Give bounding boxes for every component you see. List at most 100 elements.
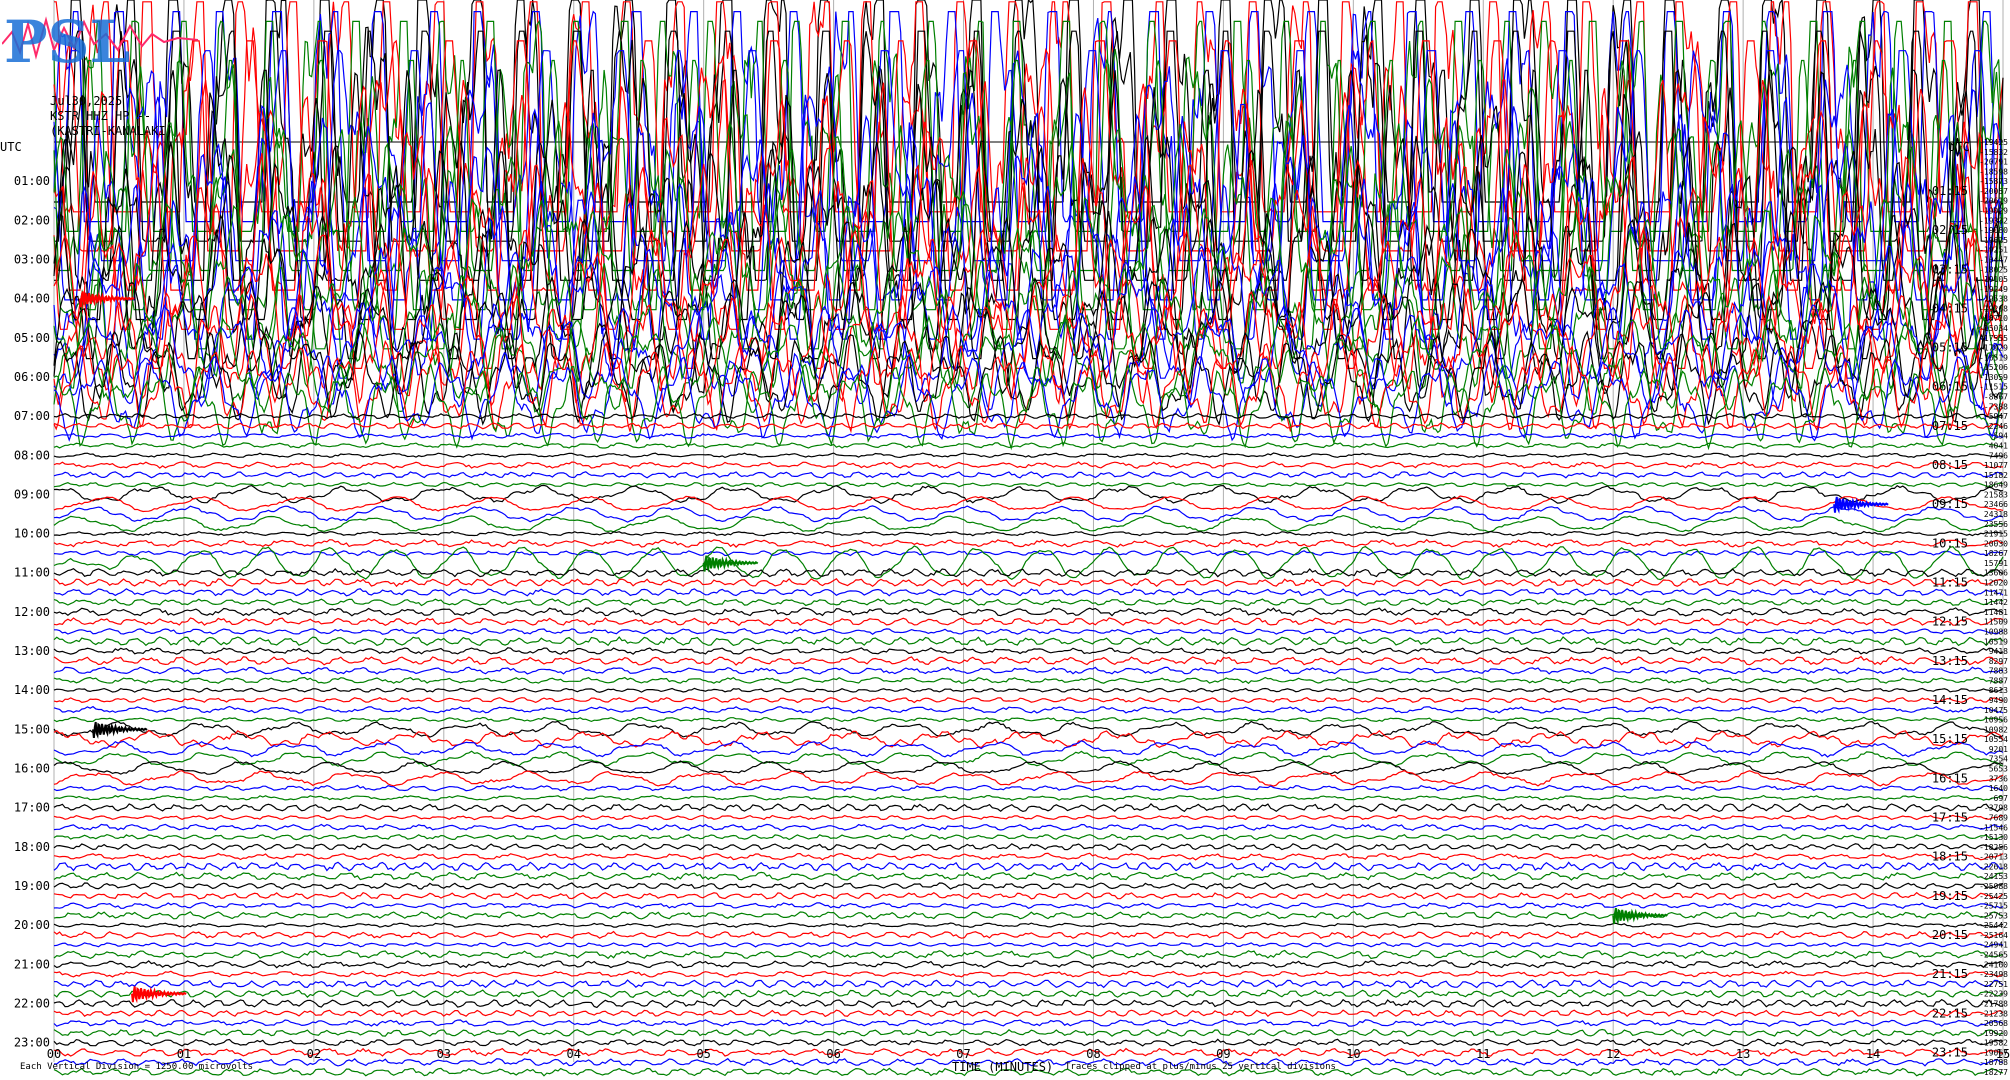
trace-line-41 bbox=[53, 538, 2004, 548]
trace-offset-label-10: -19625 bbox=[1979, 236, 2008, 245]
event-marker-4 bbox=[1612, 907, 1668, 926]
trace-offset-label-53: 8297 bbox=[1989, 657, 2008, 666]
trace-offset-label-43: 15791 bbox=[1984, 559, 2008, 568]
left-hour-label-20: 21:00 bbox=[14, 957, 50, 971]
trace-offset-label-11: -19251 bbox=[1979, 246, 2008, 255]
trace-line-34 bbox=[53, 471, 2004, 479]
right-hour-label-10: 11:15 bbox=[1932, 576, 1968, 590]
trace-offset-label-46: 11471 bbox=[1984, 588, 2008, 597]
trace-offset-label-18: -18710 bbox=[1979, 314, 2008, 323]
trace-offset-label-49: 11509 bbox=[1984, 618, 2008, 627]
trace-line-51 bbox=[53, 636, 2004, 647]
trace-offset-label-59: 10956 bbox=[1984, 716, 2008, 725]
trace-line-65 bbox=[53, 769, 2004, 787]
right-hour-label-19: 20:15 bbox=[1932, 928, 1968, 942]
trace-offset-label-17: -19268 bbox=[1979, 304, 2008, 313]
helicorder-plot: 01:00 02:00 03:00 04:00 05:00 06:00 07:00 08:00… bbox=[14, 0, 2010, 1077]
x-tick-label-12: 12 bbox=[1606, 1047, 1620, 1061]
trace-offset-label-37: 23466 bbox=[1984, 500, 2008, 509]
trace-offset-label-41: 20030 bbox=[1984, 539, 2008, 548]
trace-line-72 bbox=[53, 842, 2004, 851]
right-hour-label-2: 03:15 bbox=[1932, 262, 1968, 276]
trace-offset-label-87: -22239 bbox=[1979, 990, 2008, 999]
trace-line-58 bbox=[53, 705, 2004, 714]
x-tick-label-4: 04 bbox=[567, 1047, 581, 1061]
right-hour-label-20: 21:15 bbox=[1932, 967, 1968, 981]
seismogram-chart: 01:00 02:00 03:00 04:00 05:00 06:00 07:00 08:00… bbox=[0, 0, 2010, 1080]
trace-line-80 bbox=[53, 922, 2004, 928]
trace-offset-label-40: 21915 bbox=[1984, 530, 2008, 539]
trace-line-87 bbox=[53, 989, 2004, 999]
trace-line-74 bbox=[53, 861, 2004, 872]
date-label: Jul30,2025 bbox=[50, 94, 123, 108]
trace-offset-label-71: -15130 bbox=[1979, 833, 2008, 842]
trace-offset-label-44: 13606 bbox=[1984, 569, 2008, 578]
trace-line-81 bbox=[53, 930, 2004, 939]
trace-offset-label-95: -18277 bbox=[1979, 1068, 2008, 1077]
left-hour-label-22: 23:00 bbox=[14, 1036, 50, 1050]
x-axis-title: TIME (MINUTES) bbox=[952, 1060, 1054, 1074]
x-tick-label-10: 10 bbox=[1346, 1047, 1360, 1061]
trace-offset-label-3: -18598 bbox=[1979, 167, 2008, 176]
trace-offset-labels: -19425-15832-20791-18598-15873-20057-206… bbox=[1979, 138, 2008, 1077]
x-tick-label-2: 02 bbox=[307, 1047, 321, 1061]
left-hour-label-9: 10:00 bbox=[14, 527, 50, 541]
trace-line-82 bbox=[53, 941, 2004, 948]
event-marker-5 bbox=[131, 986, 187, 1004]
right-hour-label-6: 07:15 bbox=[1932, 419, 1968, 433]
location-label: (KASTRI-KANALAKI) bbox=[50, 124, 173, 138]
utc-right-label: UTC bbox=[1948, 140, 1970, 154]
right-hour-label-0: 01:15 bbox=[1932, 184, 1968, 198]
trace-offset-label-47: 11442 bbox=[1984, 598, 2008, 607]
trace-offset-label-36: 21583 bbox=[1984, 490, 2008, 499]
trace-offset-label-12: -10447 bbox=[1979, 255, 2008, 264]
event-marker-3 bbox=[92, 721, 148, 740]
right-hour-label-21: 22:15 bbox=[1932, 1006, 1968, 1020]
left-hour-label-5: 06:00 bbox=[14, 370, 50, 384]
trace-offset-label-14: -19105 bbox=[1979, 275, 2008, 284]
left-hour-label-13: 14:00 bbox=[14, 683, 50, 697]
x-tick-label-0: 00 bbox=[47, 1047, 61, 1061]
left-hour-label-7: 08:00 bbox=[14, 448, 50, 462]
x-tick-label-7: 07 bbox=[956, 1047, 970, 1061]
trace-line-71 bbox=[53, 833, 2004, 841]
trace-offset-label-75: -24153 bbox=[1979, 872, 2008, 881]
trace-group bbox=[53, 0, 2004, 1077]
trace-line-46 bbox=[53, 587, 2004, 597]
trace-line-78 bbox=[53, 902, 2004, 910]
trace-offset-label-33: 11077 bbox=[1984, 461, 2008, 470]
trace-offset-label-64: 5653 bbox=[1989, 765, 2008, 774]
x-tick-label-13: 13 bbox=[1736, 1047, 1750, 1061]
trace-line-93 bbox=[53, 1047, 2004, 1057]
right-hour-label-13: 14:15 bbox=[1932, 693, 1968, 707]
trace-offset-label-57: 9490 bbox=[1989, 696, 2008, 705]
trace-line-75 bbox=[53, 871, 2004, 882]
trace-offset-label-4: -15873 bbox=[1979, 177, 2008, 186]
trace-offset-label-30: 594 bbox=[1994, 432, 2009, 441]
trace-line-30 bbox=[53, 432, 2004, 439]
trace-offset-label-25: -11515 bbox=[1979, 383, 2008, 392]
left-hour-label-8: 09:00 bbox=[14, 487, 50, 501]
left-hour-labels: 01:00 02:00 03:00 04:00 05:00 06:00 07:00 08:00… bbox=[14, 174, 50, 1049]
trace-line-67 bbox=[53, 794, 2004, 801]
right-hour-label-7: 08:15 bbox=[1932, 458, 1968, 472]
trace-offset-label-5: -20057 bbox=[1979, 187, 2008, 196]
utc-left-label: UTC bbox=[0, 140, 22, 154]
trace-offset-label-23: -15206 bbox=[1979, 363, 2008, 372]
trace-offset-label-34: 15182 bbox=[1984, 471, 2008, 480]
trace-offset-label-86: -22751 bbox=[1979, 980, 2008, 989]
right-hour-label-12: 13:15 bbox=[1932, 654, 1968, 668]
trace-offset-label-56: 8613 bbox=[1989, 686, 2008, 695]
trace-offset-label-1: -15832 bbox=[1979, 148, 2008, 157]
trace-line-54 bbox=[53, 666, 2004, 675]
trace-offset-label-38: 24318 bbox=[1984, 510, 2008, 519]
x-tick-label-3: 03 bbox=[437, 1047, 451, 1061]
left-hour-label-16: 17:00 bbox=[14, 801, 50, 815]
trace-offset-label-45: 12020 bbox=[1984, 579, 2008, 588]
right-hour-label-5: 06:15 bbox=[1932, 380, 1968, 394]
right-hour-label-18: 19:15 bbox=[1932, 889, 1968, 903]
trace-offset-label-35: 18649 bbox=[1984, 481, 2008, 490]
trace-line-49 bbox=[53, 617, 2004, 627]
right-hour-label-15: 16:15 bbox=[1932, 771, 1968, 785]
right-hour-label-1: 02:15 bbox=[1932, 223, 1968, 237]
